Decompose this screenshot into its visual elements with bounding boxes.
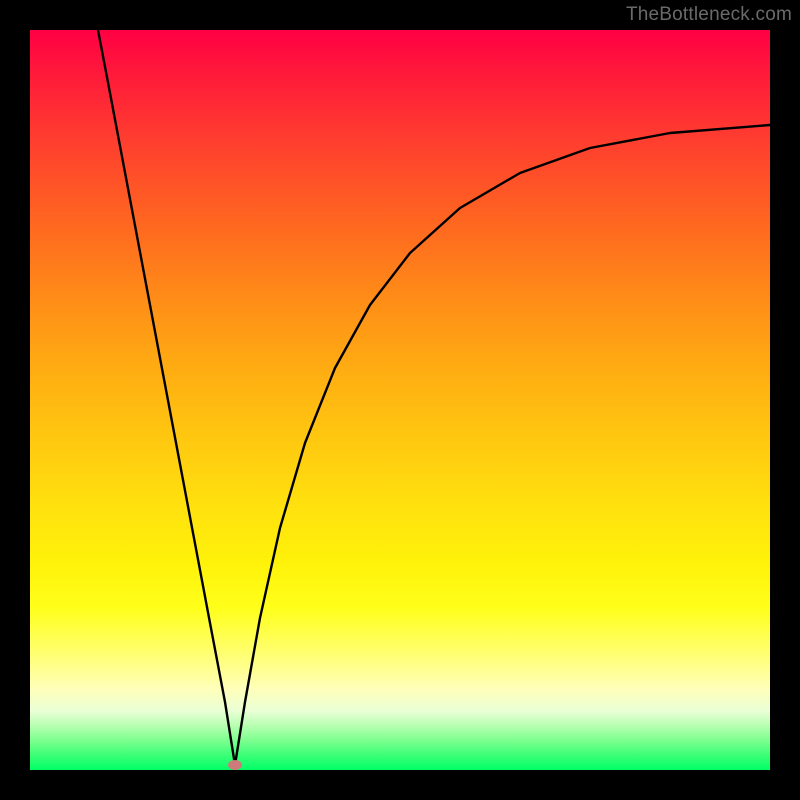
watermark-label: TheBottleneck.com <box>626 4 792 26</box>
minimum-marker-icon <box>228 760 242 770</box>
bottleneck-curve <box>30 30 770 770</box>
plot-area <box>30 30 770 770</box>
chart-frame: TheBottleneck.com <box>0 0 800 800</box>
